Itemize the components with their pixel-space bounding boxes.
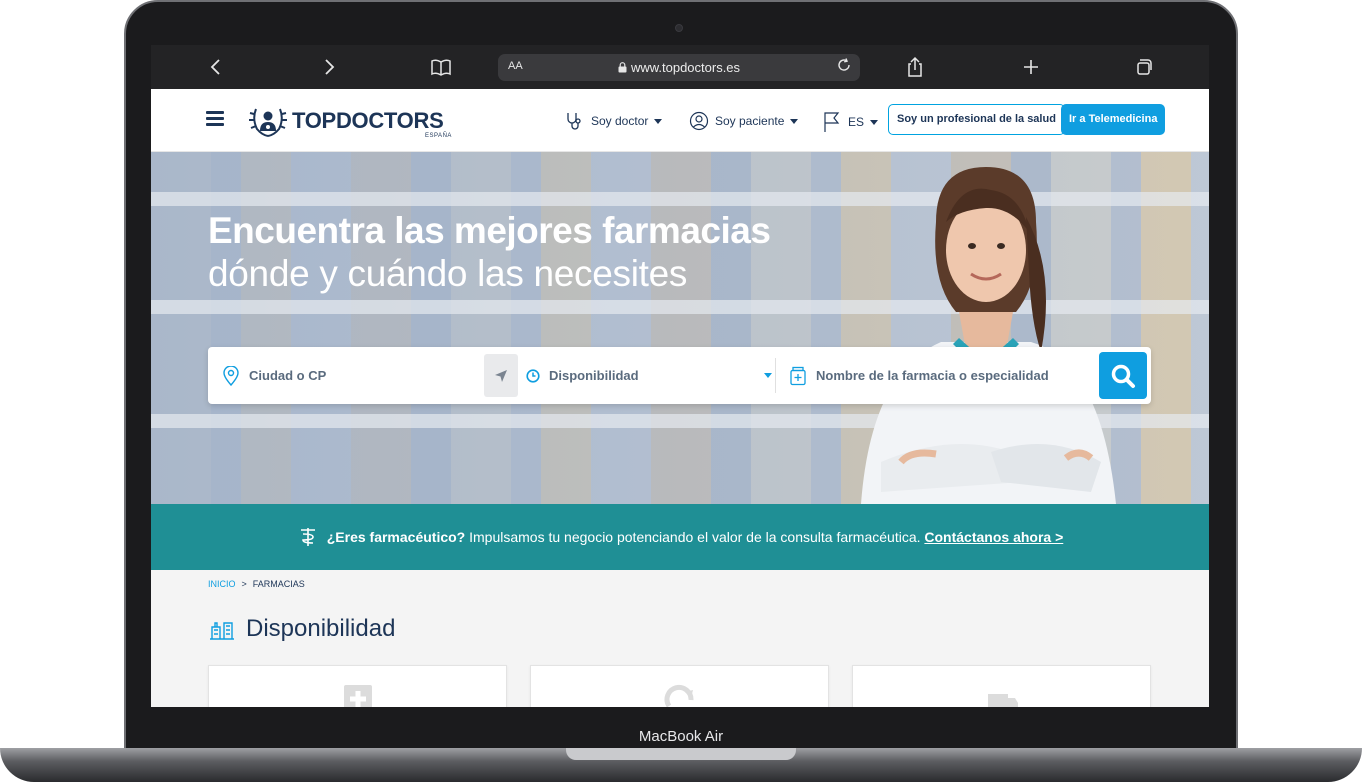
professional-button[interactable]: Soy un profesional de la salud bbox=[888, 104, 1065, 135]
menu-icon[interactable] bbox=[206, 111, 224, 126]
new-tab-icon[interactable] bbox=[1019, 55, 1043, 79]
pharmacy-building-icon bbox=[210, 622, 234, 640]
availability-card-guardia[interactable] bbox=[208, 665, 507, 707]
browser-toolbar: AA www.topdoctors.es bbox=[151, 45, 1209, 89]
search-icon bbox=[1111, 364, 1135, 388]
forward-icon[interactable] bbox=[317, 55, 341, 79]
camera-icon bbox=[675, 24, 683, 32]
nav-soy-paciente[interactable]: Soy paciente bbox=[689, 111, 799, 131]
reload-icon[interactable] bbox=[836, 57, 852, 78]
telemedicine-button[interactable]: Ir a Telemedicina bbox=[1061, 104, 1166, 135]
availability-label: Disponibilidad bbox=[549, 368, 639, 383]
geolocate-button[interactable] bbox=[484, 354, 518, 397]
screen: AA www.topdoctors.es TOPDOCTORS ESPAÑA S… bbox=[151, 45, 1209, 707]
lock-icon bbox=[618, 62, 627, 73]
breadcrumb-separator: > bbox=[241, 579, 247, 589]
site-header: TOPDOCTORS ESPAÑA Soy doctor Soy pacient… bbox=[151, 89, 1209, 152]
url: www.topdoctors.es bbox=[630, 60, 741, 75]
laptop-base-notch bbox=[566, 748, 796, 760]
clock-icon bbox=[526, 368, 540, 383]
back-icon[interactable] bbox=[204, 55, 228, 79]
url-text: www.topdoctors.es bbox=[498, 60, 860, 75]
contact-link[interactable]: Contáctanos ahora > bbox=[924, 529, 1063, 545]
tabs-overview-icon[interactable] bbox=[1131, 55, 1155, 79]
hero: Encuentra las mejores farmacias dónde y … bbox=[151, 152, 1209, 504]
pharmacy-search-bar: Ciudad o CP Disponibilidad Nombre de la … bbox=[208, 347, 1151, 404]
banner-text: ¿Eres farmacéutico? Impulsamos tu negoci… bbox=[326, 529, 1064, 545]
logo-country: ESPAÑA bbox=[425, 133, 452, 139]
location-field[interactable]: Ciudad o CP bbox=[222, 347, 326, 404]
address-bar[interactable]: AA www.topdoctors.es bbox=[498, 54, 860, 81]
chevron-down-icon bbox=[764, 373, 772, 378]
logo-wordmark: TOPDOCTORS bbox=[292, 108, 444, 133]
caduceus-icon bbox=[300, 528, 315, 546]
availability-select[interactable]: Disponibilidad bbox=[526, 347, 639, 404]
laurel-doctor-icon bbox=[249, 108, 287, 137]
stethoscope-icon bbox=[567, 113, 581, 130]
navigation-arrow-icon bbox=[495, 369, 507, 382]
pharmacist-photo bbox=[861, 167, 1116, 504]
pharmacy-name-field[interactable]: Nombre de la farmacia o especialidad bbox=[789, 347, 1049, 404]
24h-icon bbox=[664, 684, 693, 707]
location-pin-icon bbox=[223, 365, 239, 386]
share-icon[interactable] bbox=[903, 55, 927, 79]
section-title: Disponibilidad bbox=[208, 615, 395, 643]
chevron-down-icon bbox=[790, 118, 799, 124]
device-label: MacBook Air bbox=[638, 728, 724, 745]
nav-soy-doctor[interactable]: Soy doctor bbox=[565, 111, 663, 131]
pharmacy-name-placeholder: Nombre de la farmacia o especialidad bbox=[816, 368, 1049, 383]
medicine-bottle-icon bbox=[790, 366, 806, 385]
breadcrumb: INICIO > FARMACIAS bbox=[208, 579, 305, 589]
location-placeholder: Ciudad o CP bbox=[249, 368, 327, 383]
flag-icon bbox=[824, 112, 840, 132]
availability-card-delivery[interactable] bbox=[852, 665, 1151, 707]
chevron-down-icon bbox=[870, 119, 879, 125]
user-icon bbox=[689, 111, 709, 131]
search-divider bbox=[775, 358, 776, 393]
chevron-down-icon bbox=[654, 118, 663, 124]
breadcrumb-current: FARMACIAS bbox=[252, 579, 305, 589]
breadcrumb-home[interactable]: INICIO bbox=[208, 579, 236, 589]
bookmarks-icon[interactable] bbox=[429, 55, 453, 79]
availability-card-24h[interactable] bbox=[530, 665, 829, 707]
delivery-truck-icon bbox=[987, 694, 1018, 707]
hero-subtitle: dónde y cuándo las necesites bbox=[208, 253, 688, 294]
pharmacist-banner: ¿Eres farmacéutico? Impulsamos tu negoci… bbox=[151, 504, 1209, 570]
medical-cross-icon bbox=[343, 685, 372, 707]
hero-title: Encuentra las mejores farmacias bbox=[208, 210, 771, 251]
search-button[interactable] bbox=[1099, 352, 1147, 399]
nav-language[interactable]: ES bbox=[822, 111, 879, 133]
